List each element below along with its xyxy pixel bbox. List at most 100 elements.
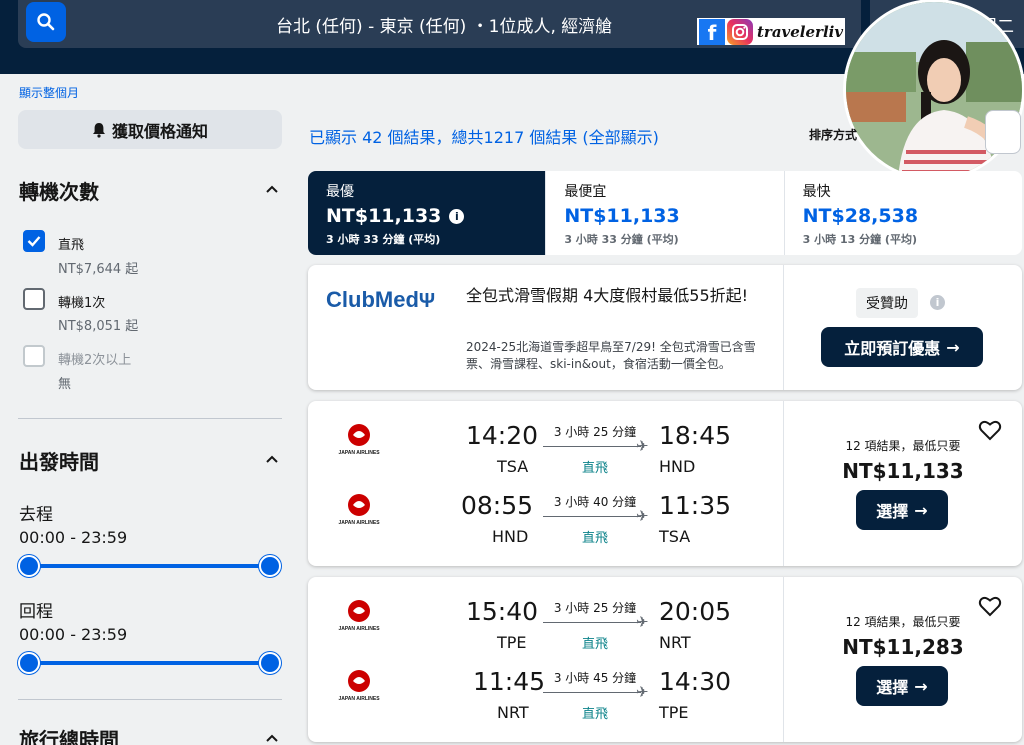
outbound-range: 00:00 - 23:59	[19, 528, 128, 547]
stops-direct-price: NT$7,644 起	[58, 262, 139, 277]
stops-label: 直飛	[581, 707, 608, 722]
tab-best[interactable]: 最優 NT$11,133 i 3 小時 33 分鐘 (平均)	[308, 171, 547, 255]
stops-label: 直飛	[581, 461, 608, 476]
return-slider-min-handle[interactable]	[18, 652, 40, 674]
clubmed-logo: ClubMedΨ	[326, 287, 436, 312]
flight-leg-return: JAPAN AIRLINES 08:55 HND 3 小時 40 分鐘 ✈ 直飛…	[308, 491, 783, 551]
chevron-up-icon[interactable]	[266, 734, 278, 742]
plane-icon: ✈	[636, 683, 649, 701]
departure-time: 08:55	[461, 491, 534, 520]
outbound-slider-max-handle[interactable]	[259, 555, 281, 577]
sponsored-ad-card[interactable]: ClubMedΨ 全包式滑雪假期 4大度假村最低55折起! 2024-25北海道…	[308, 265, 1022, 390]
stops-one-price: NT$8,051 起	[58, 319, 139, 334]
bell-icon	[92, 122, 105, 138]
facebook-icon: f	[699, 18, 725, 45]
trident-icon: Ψ	[418, 290, 436, 312]
chevron-up-icon[interactable]	[266, 455, 278, 463]
price-alert-button[interactable]: 獲取價格通知	[18, 110, 282, 149]
arrow-right-icon: →	[946, 337, 960, 357]
flight-leg-return: JAPAN AIRLINES 11:45 NRT 3 小時 45 分鐘 ✈ 直飛…	[308, 667, 783, 727]
info-icon[interactable]: i	[449, 209, 465, 224]
price-alert-label: 獲取價格通知	[111, 121, 208, 141]
duration-section-title: 旅行總時間	[19, 728, 119, 745]
sponsored-tag: 受贊助	[856, 288, 918, 318]
stops-direct-label: 直飛	[58, 238, 85, 253]
departure-airport: TPE	[497, 633, 527, 652]
search-button[interactable]	[26, 2, 66, 42]
tab-cheapest-price: NT$11,133	[564, 205, 680, 227]
stops-one-label: 轉機1次	[58, 296, 106, 311]
airline-name: JAPAN AIRLINES	[338, 450, 380, 456]
divider	[18, 699, 282, 700]
tab-best-duration: 3 小時 33 分鐘 (平均)	[326, 233, 441, 246]
stops-section-title: 轉機次數	[19, 180, 99, 204]
sort-select[interactable]	[985, 110, 1021, 154]
plane-icon: ✈	[636, 507, 649, 525]
deal-price: NT$11,133	[842, 459, 964, 483]
tab-cheapest-name: 最便宜	[564, 184, 607, 200]
jal-logo-icon: JAPAN AIRLINES	[338, 670, 380, 702]
outbound-slider-min-handle[interactable]	[18, 555, 40, 577]
arrival-airport: TPE	[659, 703, 689, 722]
flight-duration: 3 小時 25 分鐘	[553, 425, 637, 439]
select-button[interactable]: 選擇 →	[856, 666, 948, 706]
info-icon[interactable]: i	[930, 295, 945, 310]
flight-leg-outbound: JAPAN AIRLINES 14:20 TSA 3 小時 25 分鐘 ✈ 直飛…	[308, 421, 783, 481]
checkmark-icon	[27, 236, 41, 247]
arrival-airport: NRT	[659, 633, 691, 652]
ad-cta-button[interactable]: 立即預訂優惠 →	[821, 327, 983, 367]
flight-result-card[interactable]: JAPAN AIRLINES 15:40 TPE 3 小時 25 分鐘 ✈ 直飛…	[308, 577, 1022, 742]
ad-cta-label: 立即預訂優惠	[844, 339, 941, 358]
departure-airport: HND	[492, 527, 529, 546]
departure-time: 11:45	[473, 667, 546, 696]
departure-airport: TSA	[497, 457, 529, 476]
select-button[interactable]: 選擇 →	[856, 490, 948, 530]
airline-name: JAPAN AIRLINES	[338, 520, 380, 526]
ad-description: 2024-25北海道雪季超早鳥至7/29! 全包式滑雪已含雪票、滑雪課程、ski…	[466, 340, 756, 371]
stops-direct-checkbox[interactable]	[23, 230, 45, 252]
tab-fastest-name: 最快	[802, 184, 831, 200]
departure-section-title: 出發時間	[19, 450, 99, 474]
arrival-time: 11:35	[659, 491, 732, 520]
chevron-up-icon[interactable]	[266, 185, 278, 193]
tab-fastest[interactable]: 最快 NT$28,538 3 小時 13 分鐘 (平均)	[785, 171, 1022, 255]
arrival-airport: TSA	[659, 527, 691, 546]
arrival-airport: HND	[659, 457, 696, 476]
route-line	[543, 446, 641, 447]
jal-logo-icon: JAPAN AIRLINES	[338, 494, 380, 526]
select-label: 選擇	[876, 502, 909, 521]
airline-name: JAPAN AIRLINES	[338, 696, 380, 702]
flight-result-card[interactable]: JAPAN AIRLINES 14:20 TSA 3 小時 25 分鐘 ✈ 直飛…	[308, 401, 1022, 566]
ad-title: 全包式滑雪假期 4大度假村最低55折起!	[466, 286, 749, 305]
stops-two-plus-checkbox	[23, 345, 45, 367]
arrival-time: 20:05	[659, 597, 732, 626]
return-label: 回程	[19, 602, 53, 622]
stops-two-plus-label: 轉機2次以上	[58, 353, 132, 368]
flight-leg-outbound: JAPAN AIRLINES 15:40 TPE 3 小時 25 分鐘 ✈ 直飛…	[308, 597, 783, 657]
plane-icon: ✈	[636, 613, 649, 631]
stops-label: 直飛	[581, 531, 608, 546]
tab-fastest-duration: 3 小時 13 分鐘 (平均)	[802, 233, 917, 246]
tab-cheapest[interactable]: 最便宜 NT$11,133 3 小時 33 分鐘 (平均)	[546, 171, 785, 255]
social-handle: travelerliv	[757, 22, 844, 41]
route-line	[543, 516, 641, 517]
jal-logo-icon: JAPAN AIRLINES	[338, 600, 380, 632]
social-watermark: f travelerliv	[697, 18, 845, 45]
jal-logo-icon: JAPAN AIRLINES	[338, 424, 380, 456]
departure-airport: NRT	[497, 703, 529, 722]
sort-tabs: 最優 NT$11,133 i 3 小時 33 分鐘 (平均) 最便宜 NT$11,…	[308, 171, 1022, 255]
stops-label: 直飛	[581, 637, 608, 652]
arrival-time: 14:30	[659, 667, 732, 696]
outbound-slider-track[interactable]	[30, 564, 270, 568]
arrival-time: 18:45	[659, 421, 732, 450]
arrow-right-icon: →	[914, 676, 928, 696]
show-month-link[interactable]: 顯示整個月	[19, 84, 79, 101]
return-slider-max-handle[interactable]	[259, 652, 281, 674]
results-count-link[interactable]: 已顯示 42 個結果，總共1217 個結果 (全部顯示)	[309, 124, 659, 148]
select-label: 選擇	[876, 678, 909, 697]
return-slider-track[interactable]	[30, 661, 270, 665]
search-summary[interactable]: 台北 (任何) - 東京 (任何) ・1位成人, 經濟艙	[276, 12, 612, 37]
stops-one-checkbox[interactable]	[23, 288, 45, 310]
departure-time: 15:40	[466, 597, 539, 626]
search-icon	[37, 13, 55, 31]
